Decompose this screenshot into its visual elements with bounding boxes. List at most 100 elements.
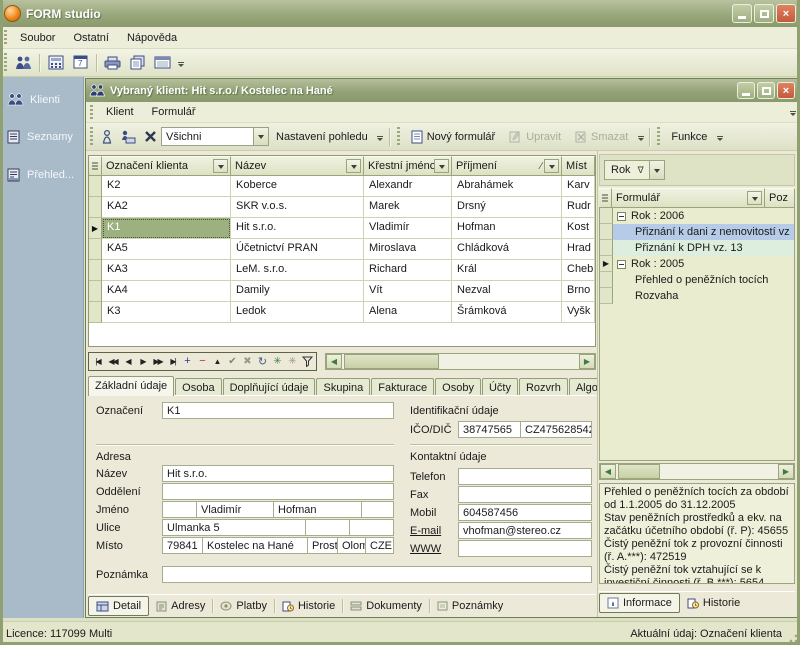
form-item-label[interactable]: Přiznání k dani z nemovitostí vz xyxy=(613,224,794,240)
tab-informace[interactable]: Informace xyxy=(599,593,680,613)
cell-nazev[interactable]: Ledok xyxy=(231,302,364,323)
sidebar-item-seznamy[interactable]: Seznamy xyxy=(0,122,83,152)
menu-item-soubor[interactable]: Soubor xyxy=(11,29,64,47)
tree-item-row[interactable]: Rozvaha xyxy=(600,288,794,304)
tab-zakladni-udaje[interactable]: Základní údaje xyxy=(88,376,174,396)
cell-nazev[interactable]: SKR v.o.s. xyxy=(231,197,364,218)
nazev-field[interactable]: Hit s.r.o. xyxy=(162,465,394,482)
nav-edit-button[interactable]: ▲ xyxy=(210,354,225,369)
email-field[interactable]: vhofman@stereo.cz xyxy=(458,522,592,539)
functions-button[interactable]: Funkce xyxy=(664,128,714,146)
cell-jmeno[interactable]: Vladimír xyxy=(364,218,452,239)
scroll-right-icon[interactable]: ▶ xyxy=(579,354,595,369)
group-dropdown-button[interactable] xyxy=(649,161,664,179)
nav-insert-button[interactable]: + xyxy=(180,354,195,369)
cell-misto[interactable]: Rudr xyxy=(562,197,595,218)
combo-arrow-button[interactable] xyxy=(253,128,268,145)
cell-oznaceni[interactable]: K3 xyxy=(102,302,231,323)
nav-delete-button[interactable]: − xyxy=(195,354,210,369)
collapse-icon[interactable] xyxy=(617,260,626,269)
column-dropdown-button[interactable] xyxy=(747,191,762,205)
cell-misto[interactable]: Kost xyxy=(562,218,595,239)
nav-prev-button[interactable]: ◀ xyxy=(120,354,135,369)
table-row[interactable]: K2 Koberce Alexandr Abrahámek Karv xyxy=(89,176,595,197)
group-content[interactable]: Rok : 2006 xyxy=(613,208,794,224)
cell-prijmeni[interactable]: Hofman xyxy=(452,218,562,239)
cell-jmeno[interactable]: Alexandr xyxy=(364,176,452,197)
grid-horizontal-scrollbar[interactable]: ◀ ▶ xyxy=(325,353,596,370)
tab-rozvrh[interactable]: Rozvrh xyxy=(519,378,568,396)
form-item-label[interactable]: Přehled o peněžních tocích xyxy=(613,272,794,288)
table-row[interactable]: KA5 Účetnictví PRAN Miroslava Chládková … xyxy=(89,239,595,260)
tree-item-row[interactable]: Přiznání k DPH vz. 13 xyxy=(600,240,794,256)
column-header-oznaceni-klienta[interactable]: Označení klienta xyxy=(102,156,231,176)
tree-group-row-current[interactable]: ▶ Rok : 2005 xyxy=(600,256,794,272)
tab-doplnujici-udaje[interactable]: Doplňující údaje xyxy=(223,378,316,396)
column-dropdown-button[interactable] xyxy=(544,159,559,173)
titul2-field[interactable] xyxy=(361,501,394,518)
scrollbar-thumb[interactable] xyxy=(344,354,439,369)
menu-item-ostatni[interactable]: Ostatní xyxy=(64,29,117,47)
ico-field[interactable]: 38747565 xyxy=(458,421,521,438)
tree-group-row[interactable]: Rok : 2006 xyxy=(600,208,794,224)
mobil-field[interactable]: 604587456 xyxy=(458,504,592,521)
tab-ucty[interactable]: Účty xyxy=(482,378,518,396)
new-form-button[interactable]: Nový formulář xyxy=(404,127,502,147)
client-minimize-button[interactable] xyxy=(737,82,755,99)
cell-oznaceni-selected[interactable]: K1 xyxy=(102,218,231,239)
cell-jmeno[interactable]: Alena xyxy=(364,302,452,323)
menubar-overflow-icon[interactable] xyxy=(787,101,798,123)
cell-jmeno[interactable]: Vít xyxy=(364,281,452,302)
column-header-krestni-jmeno[interactable]: Křestní jméno xyxy=(364,156,452,176)
toolbar-grip[interactable] xyxy=(4,53,7,72)
email-label-link[interactable]: E-mail xyxy=(410,525,441,537)
nav-refresh-button[interactable]: ↻ xyxy=(255,354,270,369)
calendar-button[interactable]: 7 xyxy=(68,51,93,74)
tab-osoby[interactable]: Osoby xyxy=(435,378,481,396)
client-person-button[interactable] xyxy=(97,125,117,148)
co-field[interactable] xyxy=(349,519,394,536)
poznamka-field[interactable] xyxy=(162,566,592,583)
toolbar-grip[interactable] xyxy=(397,127,400,146)
titul-field[interactable] xyxy=(162,501,197,518)
jmeno-field[interactable]: Vladimír xyxy=(196,501,274,518)
client-maximize-button[interactable] xyxy=(757,82,775,99)
fax-field[interactable] xyxy=(458,486,592,503)
cell-jmeno[interactable]: Miroslava xyxy=(364,239,452,260)
tab-historie[interactable]: Historie xyxy=(275,597,342,615)
prijmeni-field[interactable]: Hofman xyxy=(273,501,362,518)
scroll-left-icon[interactable]: ◀ xyxy=(326,354,342,369)
minimize-button[interactable] xyxy=(732,4,752,23)
menu-item-napoveda[interactable]: Nápověda xyxy=(118,29,186,47)
nav-filter-button[interactable] xyxy=(300,354,315,369)
copy-button[interactable] xyxy=(125,51,150,74)
www-label-link[interactable]: WWW xyxy=(410,543,441,555)
client-delete-person-button[interactable] xyxy=(139,125,161,148)
cp-field[interactable] xyxy=(305,519,350,536)
nav-last-button[interactable]: ▶| xyxy=(165,354,180,369)
cell-prijmeni[interactable]: Drsný xyxy=(452,197,562,218)
nav-goto-bookmark-button[interactable]: ✳ xyxy=(285,354,300,369)
column-header-nazev[interactable]: Název xyxy=(231,156,364,176)
toolbar-overflow-icon[interactable] xyxy=(714,126,725,148)
tab-historie-info[interactable]: Historie xyxy=(680,594,747,612)
form-item-label[interactable]: Přiznání k DPH vz. 13 xyxy=(613,240,794,256)
tab-skupina[interactable]: Skupina xyxy=(316,378,370,396)
print-button[interactable] xyxy=(100,51,125,74)
group-by-rok-button[interactable]: Rok ∇ xyxy=(604,160,665,180)
cell-jmeno[interactable]: Marek xyxy=(364,197,452,218)
ulice-field[interactable]: Ulmanka 5 xyxy=(162,519,306,536)
cell-prijmeni[interactable]: Abrahámek xyxy=(452,176,562,197)
calculator-button[interactable] xyxy=(43,51,68,74)
cell-nazev[interactable]: Hit s.r.o. xyxy=(231,218,364,239)
kraj-field[interactable]: Olom xyxy=(337,537,366,554)
column-dropdown-button[interactable] xyxy=(346,159,361,173)
table-row[interactable]: KA2 SKR v.o.s. Marek Drsný Rudr xyxy=(89,197,595,218)
sidebar-item-prehled[interactable]: Přehled... xyxy=(0,160,83,190)
resize-grip[interactable] xyxy=(786,631,798,643)
toolbar-overflow-icon[interactable] xyxy=(635,126,646,148)
scroll-right-icon[interactable]: ▶ xyxy=(778,464,794,479)
table-row[interactable]: KA4 Damily Vít Nezval Brno xyxy=(89,281,595,302)
table-row[interactable]: KA3 LeM. s.r.o. Richard Král Cheb xyxy=(89,260,595,281)
tab-fakturace[interactable]: Fakturace xyxy=(371,378,434,396)
